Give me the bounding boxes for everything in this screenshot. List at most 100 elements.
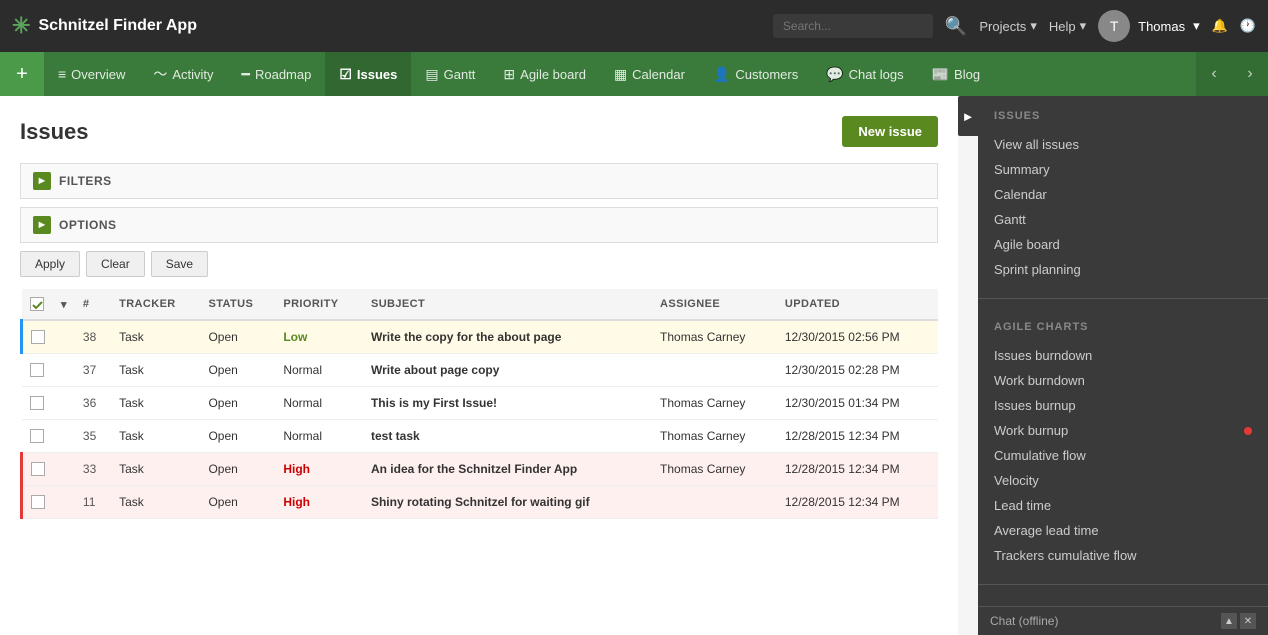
sidebar-link-issues-burndown[interactable]: Issues burndown xyxy=(994,343,1252,368)
sidebar-link-calendar[interactable]: Calendar xyxy=(994,182,1252,207)
row-subject[interactable]: Write about page copy xyxy=(363,354,652,387)
nav-next-button[interactable]: › xyxy=(1232,52,1268,96)
row-checkbox-cell xyxy=(22,420,54,453)
subnav-item-blog[interactable]: 📰 Blog xyxy=(918,52,994,96)
sidebar-link-gantt[interactable]: Gantt xyxy=(994,207,1252,232)
sidebar-issues-section: ISSUES View all issues Summary Calendar … xyxy=(978,96,1268,290)
add-button[interactable]: + xyxy=(0,52,44,96)
sidebar-link-work-burndown[interactable]: Work burndown xyxy=(994,368,1252,393)
app-logo[interactable]: ✳ Schnitzel Finder App xyxy=(12,13,197,39)
sidebar-link-trackers-cumulative-flow[interactable]: Trackers cumulative flow xyxy=(994,543,1252,568)
chat-minimize-button[interactable]: ▲ xyxy=(1221,613,1237,629)
row-checkbox[interactable] xyxy=(31,495,45,509)
row-assignee: Thomas Carney xyxy=(652,387,777,420)
subnav-item-chat-logs[interactable]: 💬 Chat logs xyxy=(812,52,917,96)
projects-button[interactable]: Projects ▾ xyxy=(979,18,1037,34)
row-assignee: Thomas Carney xyxy=(652,420,777,453)
options-label: OPTIONS xyxy=(59,218,117,232)
work-burnup-dot xyxy=(1244,427,1252,435)
row-checkbox[interactable] xyxy=(31,462,45,476)
subnav-items: ≡ Overview 〜 Activity ━ Roadmap ☑ Issues… xyxy=(44,52,994,96)
blog-icon: 📰 xyxy=(932,66,949,83)
sidebar-link-average-lead-time[interactable]: Average lead time xyxy=(994,518,1252,543)
row-subject[interactable]: test task xyxy=(363,420,652,453)
notifications-icon[interactable]: 🔔 xyxy=(1212,18,1228,34)
table-row: 37 Task Open Normal Write about page cop… xyxy=(22,354,939,387)
row-status: Open xyxy=(200,453,275,486)
issues-table: ▾ # TRACKER STATUS PRIORITY SUBJECT ASSI… xyxy=(20,289,938,519)
help-chevron-icon: ▾ xyxy=(1080,18,1087,34)
row-id: 38 xyxy=(75,320,111,354)
table-header-row: ▾ # TRACKER STATUS PRIORITY SUBJECT ASSI… xyxy=(22,289,939,320)
row-checkbox[interactable] xyxy=(31,330,45,344)
row-subject[interactable]: Shiny rotating Schnitzel for waiting gif xyxy=(363,486,652,519)
row-checkbox[interactable] xyxy=(30,363,44,377)
sidebar-agile-charts-section: AGILE CHARTS Issues burndown Work burndo… xyxy=(978,307,1268,576)
chat-close-button[interactable]: ✕ xyxy=(1240,613,1256,629)
header-sort[interactable]: ▾ xyxy=(53,289,75,320)
row-subject[interactable]: This is my First Issue! xyxy=(363,387,652,420)
sidebar-link-work-burnup[interactable]: Work burnup xyxy=(994,418,1252,443)
sidebar-agile-charts-title: AGILE CHARTS xyxy=(994,321,1252,333)
row-priority: High xyxy=(275,453,363,486)
header-status[interactable]: STATUS xyxy=(200,289,275,320)
header-updated[interactable]: UPDATED xyxy=(777,289,938,320)
options-panel[interactable]: ► OPTIONS xyxy=(20,207,938,243)
subnav-item-overview[interactable]: ≡ Overview xyxy=(44,52,139,96)
help-button[interactable]: Help ▾ xyxy=(1049,18,1086,34)
sidebar-link-issues-burnup[interactable]: Issues burnup xyxy=(994,393,1252,418)
header-id[interactable]: # xyxy=(75,289,111,320)
subnav-item-calendar[interactable]: ▦ Calendar xyxy=(600,52,699,96)
row-status: Open xyxy=(200,354,275,387)
user-menu[interactable]: T Thomas ▾ xyxy=(1098,10,1200,42)
nav-prev-button[interactable]: ‹ xyxy=(1196,52,1232,96)
top-navigation: ✳ Schnitzel Finder App 🔍 Projects ▾ Help… xyxy=(0,0,1268,52)
sidebar-link-sprint-planning[interactable]: Sprint planning xyxy=(994,257,1252,282)
sidebar-link-view-all-issues[interactable]: View all issues xyxy=(994,132,1252,157)
sidebar-divider-2 xyxy=(978,584,1268,585)
subnav-item-issues[interactable]: ☑ Issues xyxy=(325,52,411,96)
chat-label: Chat (offline) xyxy=(990,614,1058,628)
search-input[interactable] xyxy=(773,14,933,38)
page-title: Issues xyxy=(20,119,89,145)
sidebar-toggle-button[interactable]: ► xyxy=(958,96,978,136)
header-subject[interactable]: SUBJECT xyxy=(363,289,652,320)
clear-button[interactable]: Clear xyxy=(86,251,145,277)
subnav-item-gantt[interactable]: ▤ Gantt xyxy=(411,52,489,96)
subnav-item-agile-board[interactable]: ⊞ Agile board xyxy=(489,52,600,96)
row-subject[interactable]: Write the copy for the about page xyxy=(363,320,652,354)
row-updated: 12/28/2015 12:34 PM xyxy=(777,453,938,486)
new-issue-button[interactable]: New issue xyxy=(842,116,938,147)
subnav-item-customers[interactable]: 👤 Customers xyxy=(699,52,812,96)
sidebar-link-summary[interactable]: Summary xyxy=(994,157,1252,182)
chat-controls: ▲ ✕ xyxy=(1221,613,1256,629)
row-checkbox[interactable] xyxy=(30,429,44,443)
sub-navigation: + ≡ Overview 〜 Activity ━ Roadmap ☑ Issu… xyxy=(0,52,1268,96)
row-id: 36 xyxy=(75,387,111,420)
filters-label: FILTERS xyxy=(59,174,112,188)
row-subject[interactable]: An idea for the Schnitzel Finder App xyxy=(363,453,652,486)
subnav-item-roadmap[interactable]: ━ Roadmap xyxy=(228,52,326,96)
apply-button[interactable]: Apply xyxy=(20,251,80,277)
filters-panel[interactable]: ► FILTERS xyxy=(20,163,938,199)
row-assignee xyxy=(652,486,777,519)
header-tracker[interactable]: TRACKER xyxy=(111,289,200,320)
header-priority[interactable]: PRIORITY xyxy=(275,289,363,320)
table-row: 33 Task Open High An idea for the Schnit… xyxy=(22,453,939,486)
row-status: Open xyxy=(200,486,275,519)
sidebar-link-cumulative-flow[interactable]: Cumulative flow xyxy=(994,443,1252,468)
sidebar-link-velocity[interactable]: Velocity xyxy=(994,468,1252,493)
clock-icon[interactable]: 🕐 xyxy=(1240,18,1256,34)
save-button[interactable]: Save xyxy=(151,251,208,277)
subnav-item-activity[interactable]: 〜 Activity xyxy=(139,52,227,96)
sidebar-link-agile-board[interactable]: Agile board xyxy=(994,232,1252,257)
select-all-checkbox[interactable] xyxy=(30,297,44,311)
row-id: 11 xyxy=(75,486,111,519)
row-status: Open xyxy=(200,387,275,420)
sidebar-link-lead-time[interactable]: Lead time xyxy=(994,493,1252,518)
header-assignee[interactable]: ASSIGNEE xyxy=(652,289,777,320)
row-assignee xyxy=(652,354,777,387)
issues-icon: ☑ xyxy=(339,66,352,83)
search-icon[interactable]: 🔍 xyxy=(945,16,967,37)
row-checkbox[interactable] xyxy=(30,396,44,410)
